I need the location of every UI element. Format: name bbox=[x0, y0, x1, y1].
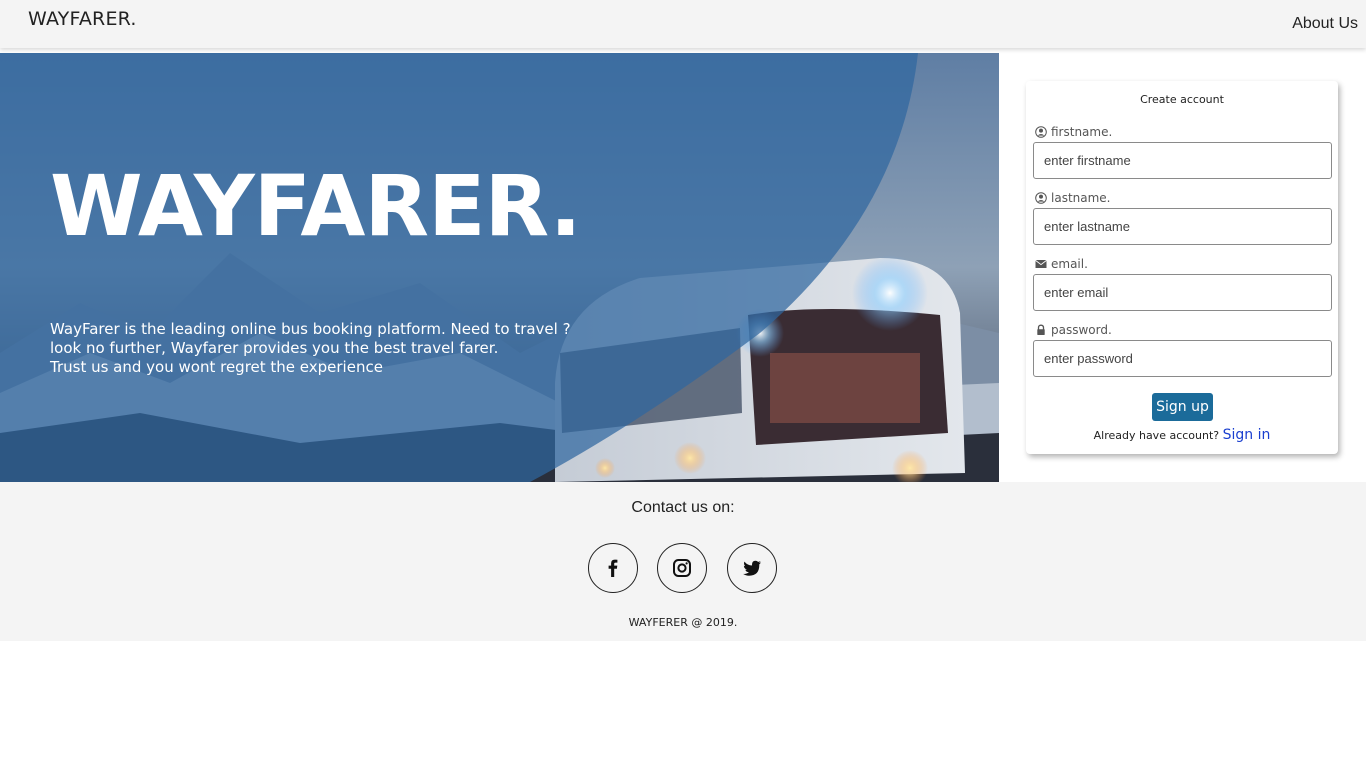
password-label-text: password. bbox=[1051, 323, 1112, 337]
password-input[interactable] bbox=[1033, 340, 1332, 377]
hero-banner: WAYFARER. WayFarer is the leading online… bbox=[0, 53, 999, 482]
hero-description: WayFarer is the leading online bus booki… bbox=[50, 320, 590, 377]
about-us-link[interactable]: About Us bbox=[1292, 15, 1358, 33]
email-input[interactable] bbox=[1033, 274, 1332, 311]
envelope-icon bbox=[1035, 260, 1047, 268]
footer: Contact us on: WAYFERER @ 2019. bbox=[0, 482, 1366, 641]
lastname-label: lastname. bbox=[1035, 191, 1111, 205]
email-label-text: email. bbox=[1051, 257, 1088, 271]
firstname-label: firstname. bbox=[1035, 125, 1112, 139]
lastname-label-text: lastname. bbox=[1051, 191, 1111, 205]
instagram-icon bbox=[673, 559, 691, 577]
user-circle-icon bbox=[1035, 192, 1047, 204]
contact-title: Contact us on: bbox=[631, 499, 735, 516]
user-circle-icon bbox=[1035, 126, 1047, 138]
signin-prompt-text: Already have account? bbox=[1093, 429, 1220, 442]
email-label: email. bbox=[1035, 257, 1088, 271]
brand-logo[interactable]: WAYFARER. bbox=[28, 8, 137, 30]
twitter-icon bbox=[743, 560, 761, 576]
card-title: Create account bbox=[1140, 93, 1224, 106]
signin-prompt-row: Already have account? Sign in bbox=[1026, 427, 1338, 443]
sign-up-button[interactable]: Sign up bbox=[1152, 393, 1213, 421]
top-navbar: WAYFARER. About Us bbox=[0, 0, 1366, 48]
firstname-label-text: firstname. bbox=[1051, 125, 1113, 139]
hero-line: look no further, Wayfarer provides you t… bbox=[50, 339, 499, 357]
firstname-input[interactable] bbox=[1033, 142, 1332, 179]
signup-card: Create account firstname. lastname. emai… bbox=[1026, 81, 1338, 454]
instagram-button[interactable] bbox=[657, 543, 707, 593]
sign-in-link[interactable]: Sign in bbox=[1223, 427, 1271, 443]
hero-line: WayFarer is the leading online bus booki… bbox=[50, 320, 571, 338]
hero-title: WAYFARER. bbox=[50, 157, 582, 255]
copyright-text: WAYFERER @ 2019. bbox=[628, 616, 738, 629]
facebook-icon bbox=[608, 559, 618, 577]
hero-background-image bbox=[0, 53, 999, 482]
lastname-input[interactable] bbox=[1033, 208, 1332, 245]
hero-line: Trust us and you wont regret the experie… bbox=[50, 358, 383, 376]
facebook-button[interactable] bbox=[588, 543, 638, 593]
twitter-button[interactable] bbox=[727, 543, 777, 593]
password-label: password. bbox=[1035, 323, 1112, 337]
lock-icon bbox=[1037, 324, 1045, 335]
